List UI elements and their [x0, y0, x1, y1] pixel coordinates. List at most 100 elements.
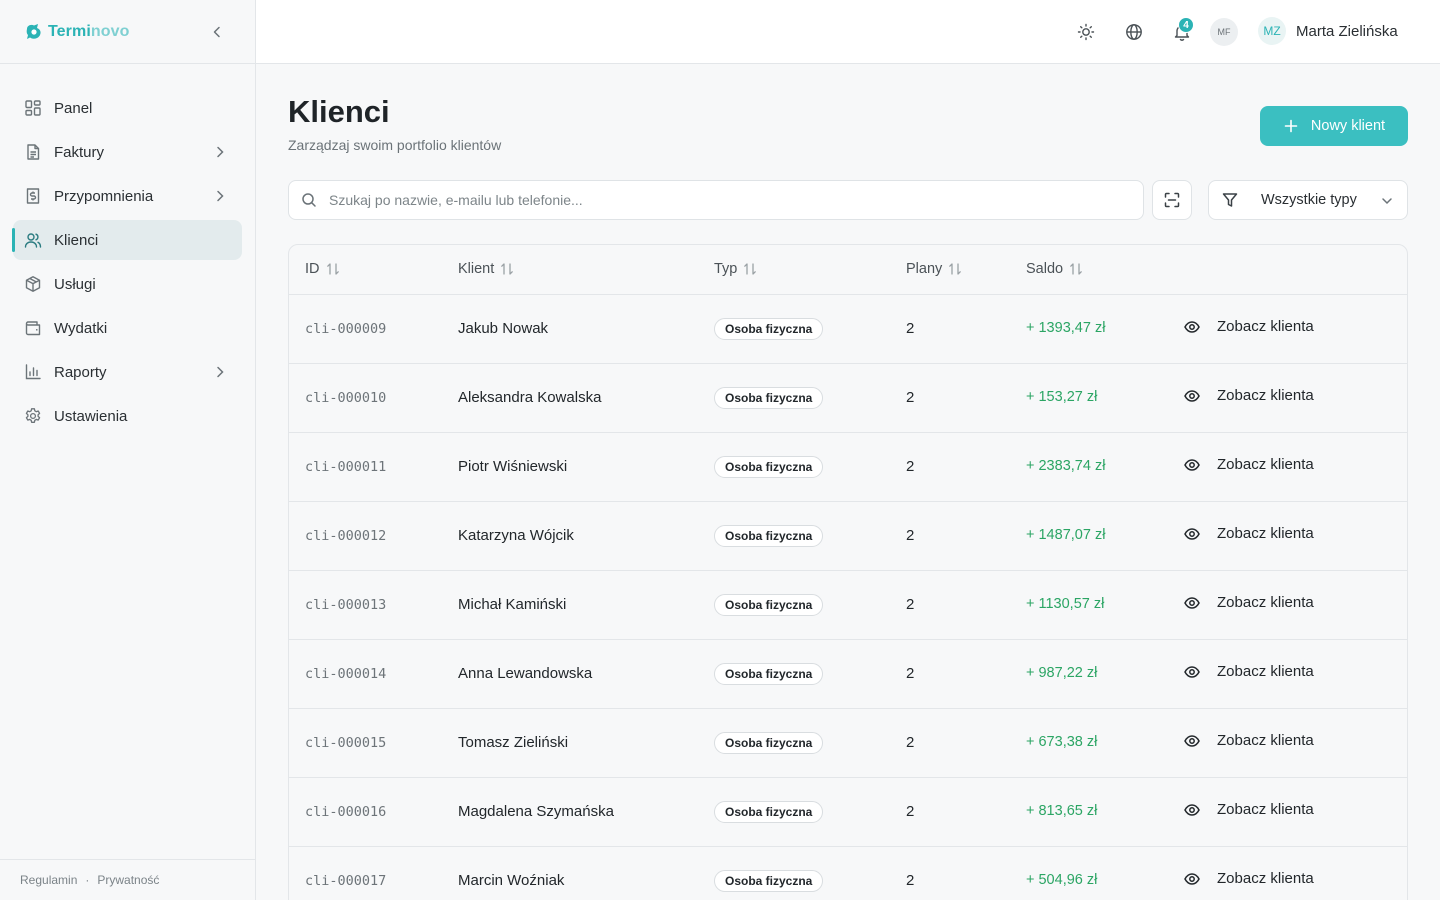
eye-icon [1184, 389, 1200, 402]
view-client-button[interactable]: Zobacz klienta [1184, 732, 1314, 749]
sidebar-item-uslugi[interactable]: Usługi [13, 264, 242, 304]
view-client-button[interactable]: Zobacz klienta [1184, 594, 1314, 611]
globe-icon[interactable] [1124, 22, 1144, 42]
view-client-button[interactable]: Zobacz klienta [1184, 318, 1314, 335]
client-name: Anna Lewandowska [458, 665, 593, 682]
client-plans: 2 [906, 389, 915, 406]
sort-icon [1070, 263, 1082, 275]
eye-icon [1184, 803, 1200, 816]
search-icon [302, 193, 316, 207]
sidebar-item-label: Faktury [54, 143, 105, 161]
user-name: Marta Zielińska [1296, 22, 1398, 40]
chevron-right-icon [217, 190, 224, 202]
sidebar-item-label: Panel [54, 99, 93, 117]
view-client-button[interactable]: Zobacz klienta [1184, 801, 1314, 818]
table-row[interactable]: cli-000013 Michał Kamiński Osoba fizyczn… [289, 571, 1407, 640]
client-plans: 2 [906, 872, 915, 889]
sort-icon [501, 263, 514, 275]
view-client-button[interactable]: Zobacz klienta [1184, 663, 1314, 680]
client-id: cli-000016 [305, 804, 387, 820]
sidebar-item-przypomnienia[interactable]: Przypomnienia [13, 176, 242, 216]
client-plans: 2 [906, 596, 915, 613]
column-header-klient[interactable]: Klient [458, 261, 514, 277]
search-input[interactable] [329, 192, 1109, 208]
client-id: cli-000017 [305, 873, 387, 889]
client-balance: + 987,22 zł [1026, 665, 1098, 681]
collapse-sidebar-icon[interactable] [209, 24, 225, 40]
column-header-plany[interactable]: Plany [906, 261, 962, 277]
table-row[interactable]: cli-000014 Anna Lewandowska Osoba fizycz… [289, 640, 1407, 709]
sidebar-item-label: Usługi [54, 275, 96, 293]
table-row[interactable]: cli-000017 Marcin Woźniak Osoba fizyczna… [289, 847, 1407, 900]
table-row[interactable]: cli-000009 Jakub Nowak Osoba fizyczna 2 … [289, 295, 1407, 364]
client-name: Magdalena Szymańska [458, 803, 614, 820]
sun-icon[interactable] [1076, 22, 1096, 42]
column-header-saldo[interactable]: Saldo [1026, 261, 1083, 277]
client-name: Jakub Nowak [458, 320, 549, 337]
secondary-avatar[interactable]: MF [1210, 18, 1238, 46]
scan-button[interactable] [1152, 180, 1192, 220]
client-balance: + 673,38 zł [1026, 734, 1098, 750]
sidebar-item-wydatki[interactable]: Wydatki [13, 308, 242, 348]
view-client-label: Zobacz klienta [1217, 801, 1314, 818]
footer-separator: · [85, 873, 90, 887]
view-client-label: Zobacz klienta [1217, 732, 1314, 749]
table-row[interactable]: cli-000016 Magdalena Szymańska Osoba fiz… [289, 778, 1407, 847]
view-client-label: Zobacz klienta [1217, 387, 1314, 404]
client-balance: + 813,65 zł [1026, 803, 1098, 819]
scan-icon [1164, 192, 1180, 208]
eye-icon [1184, 734, 1200, 747]
sidebar-item-panel[interactable]: Panel [13, 88, 242, 128]
client-id: cli-000010 [305, 390, 387, 406]
client-type-badge: Osoba fizyczna [714, 525, 824, 547]
view-client-button[interactable]: Zobacz klienta [1184, 387, 1314, 404]
sidebar-item-ustawienia[interactable]: Ustawienia [13, 396, 242, 436]
wallet-icon [25, 321, 41, 336]
user-menu[interactable]: MZ Marta Zielińska [1258, 17, 1398, 45]
view-client-label: Zobacz klienta [1217, 318, 1314, 335]
client-type-badge: Osoba fizyczna [714, 870, 824, 892]
view-client-button[interactable]: Zobacz klienta [1184, 456, 1314, 473]
chevron-right-icon [217, 366, 224, 378]
sidebar-item-faktury[interactable]: Faktury [13, 132, 242, 172]
client-type-badge: Osoba fizyczna [714, 801, 824, 823]
client-type-badge: Osoba fizyczna [714, 732, 824, 754]
client-id: cli-000009 [305, 321, 387, 337]
sidebar-item-label: Klienci [54, 231, 99, 249]
table-row[interactable]: cli-000011 Piotr Wiśniewski Osoba fizycz… [289, 433, 1407, 502]
terms-link[interactable]: Regulamin [20, 873, 77, 887]
logo-icon [26, 23, 41, 39]
client-name: Aleksandra Kowalska [458, 389, 602, 406]
view-client-label: Zobacz klienta [1217, 663, 1314, 680]
view-client-button[interactable]: Zobacz klienta [1184, 870, 1314, 887]
column-header-typ[interactable]: Typ [714, 261, 757, 277]
client-type-badge: Osoba fizyczna [714, 456, 824, 478]
page-subtitle: Zarządzaj swoim portfolio klientów [288, 137, 502, 153]
brand-header: Terminovo [0, 0, 255, 64]
sidebar-footer: Regulamin · Prywatność [0, 859, 255, 900]
type-filter-select[interactable]: Wszystkie typy [1208, 180, 1408, 220]
table-row[interactable]: cli-000015 Tomasz Zieliński Osoba fizycz… [289, 709, 1407, 778]
column-header-id[interactable]: ID [305, 261, 340, 277]
dashboard-icon [25, 100, 41, 116]
client-balance: + 504,96 zł [1026, 872, 1098, 888]
client-id: cli-000011 [305, 459, 387, 475]
sort-icon [744, 263, 757, 275]
box-icon [25, 276, 41, 292]
new-client-button[interactable]: Nowy klient [1260, 106, 1408, 146]
client-name: Michał Kamiński [458, 596, 567, 613]
sidebar-item-label: Wydatki [54, 319, 108, 337]
sidebar-nav: Panel Faktury Przypomnienia Klienci Usłu… [0, 64, 255, 436]
view-client-button[interactable]: Zobacz klienta [1184, 525, 1314, 542]
privacy-link[interactable]: Prywatność [97, 873, 159, 887]
page-title: Klienci [288, 94, 390, 129]
eye-icon [1184, 596, 1200, 609]
sidebar-item-raporty[interactable]: Raporty [13, 352, 242, 392]
sidebar-item-klienci[interactable]: Klienci [12, 220, 242, 260]
table-row[interactable]: cli-000010 Aleksandra Kowalska Osoba fiz… [289, 364, 1407, 433]
client-balance: + 2383,74 zł [1026, 458, 1106, 474]
client-plans: 2 [906, 527, 915, 544]
client-balance: + 1130,57 zł [1026, 596, 1105, 612]
table-row[interactable]: cli-000012 Katarzyna Wójcik Osoba fizycz… [289, 502, 1407, 571]
clients-table: ID Klient Typ Plany Saldo cli-000009 Jak… [288, 244, 1408, 900]
